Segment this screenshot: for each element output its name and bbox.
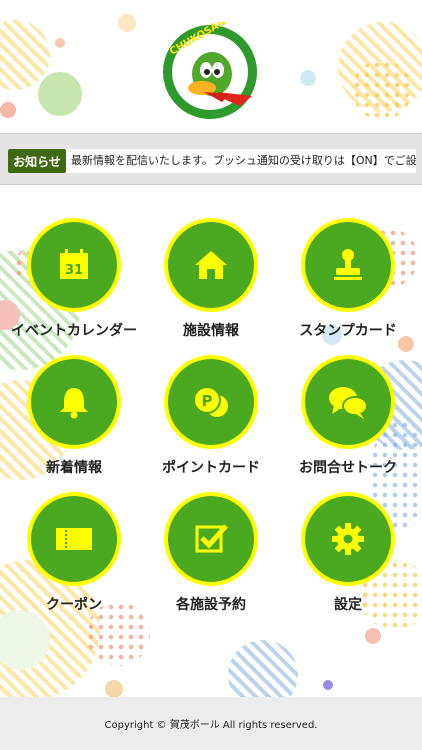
menu-label: 各施設予約 [176,597,246,613]
menu-item-inquiry-talk[interactable]: お問合せトーク [278,355,418,485]
menu-label: ポイントカード [162,460,260,476]
menu-item-point-card[interactable]: P ポイントカード [141,355,281,485]
gear-icon [332,523,364,555]
copyright-text: Copyright © 賀茂ボール All rights reserved. [104,720,318,731]
home-icon [195,251,227,279]
header: CHUKOSANGYO [0,0,422,130]
menu-label: お問合せトーク [299,460,397,476]
coin-letter: P [202,392,213,410]
menu-label: スタンプカード [299,323,397,339]
menu-label: 施設情報 [183,323,239,339]
menu-item-coupon[interactable]: クーポン [4,492,144,622]
menu-label: クーポン [46,597,102,613]
menu-label: 設定 [334,597,362,613]
menu-item-facility-reservation[interactable]: 各施設予約 [141,492,281,622]
chat-icon [329,387,368,419]
menu-label: イベントカレンダー [11,323,137,339]
menu-item-facility-info[interactable]: 施設情報 [141,218,281,348]
checkbox-icon [195,524,228,553]
mascot-logo: CHUKOSANGYO [160,5,260,122]
calendar-icon: 31 [60,249,88,279]
footer: Copyright © 賀茂ボール All rights reserved. [0,697,422,750]
calendar-number: 31 [65,263,83,278]
news-text[interactable]: 最新情報を配信いたします。プッシュ通知の受け取りは【ON】でご設定お願いいたしま… [66,149,416,173]
menu-item-settings[interactable]: 設定 [278,492,418,622]
menu-item-event-calendar[interactable]: 31 イベントカレンダー [4,218,144,348]
news-label: お知らせ [8,149,66,173]
menu-label: 新着情報 [46,460,102,476]
menu-item-news[interactable]: 新着情報 [4,355,144,485]
bell-icon [60,388,88,419]
news-ticker[interactable]: お知らせ 最新情報を配信いたします。プッシュ通知の受け取りは【ON】でご設定お願… [0,133,422,185]
coin-icon: P [193,386,230,419]
stamp-icon [334,249,362,280]
menu-item-stamp-card[interactable]: スタンプカード [278,218,418,348]
ticket-icon [56,528,92,550]
